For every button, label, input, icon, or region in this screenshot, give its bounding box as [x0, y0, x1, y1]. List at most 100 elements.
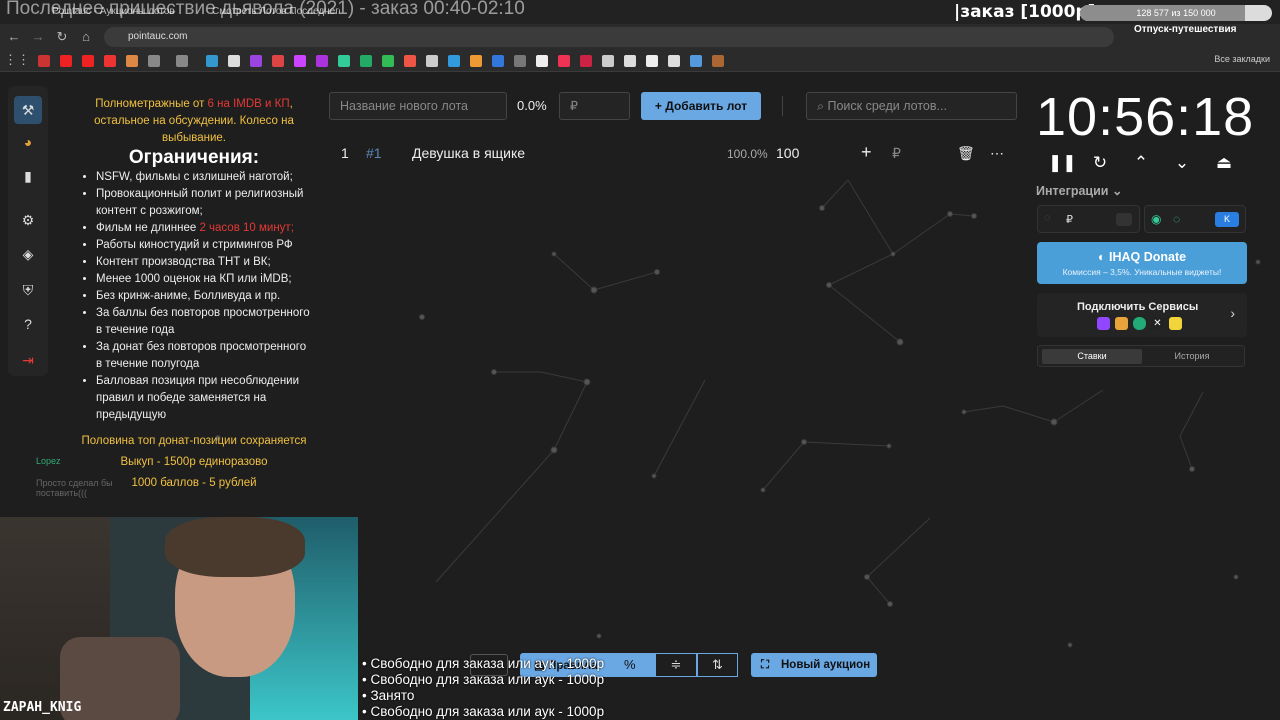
- bookmark-icon[interactable]: [668, 55, 680, 67]
- sort-icon[interactable]: ⇅: [697, 653, 738, 677]
- back-icon[interactable]: ←: [4, 27, 24, 47]
- pie-chart-icon[interactable]: ◕: [18, 132, 38, 152]
- integration-slot[interactable]: ◌ ₽: [1037, 205, 1140, 233]
- hammer-icon[interactable]: ⚒: [14, 96, 42, 124]
- x-icon: ✕: [1151, 317, 1164, 330]
- bookmark-icon[interactable]: [646, 55, 658, 67]
- integration-slot[interactable]: ◉ ◌ K: [1144, 205, 1246, 233]
- tab-history[interactable]: История: [1142, 349, 1242, 364]
- bookmark-icon[interactable]: [492, 55, 504, 67]
- tab-bets[interactable]: Ставки: [1042, 349, 1142, 364]
- more-icon[interactable]: ⋯: [990, 145, 1004, 162]
- bookmark-icon[interactable]: [272, 55, 284, 67]
- lot-amount: 100: [776, 145, 800, 161]
- bar-chart-icon[interactable]: ▮: [18, 166, 38, 186]
- bookmark-icon[interactable]: [690, 55, 702, 67]
- stream-title: Последнее пришествие дьявола (2021) - за…: [6, 0, 525, 19]
- lot-id: #1: [366, 145, 382, 161]
- rule-item: Провокационный полит и религиозный конте…: [96, 186, 310, 220]
- expand-icon: ⛶: [761, 659, 770, 671]
- radio-icon: ◉: [1151, 212, 1162, 226]
- gear-icon[interactable]: ⚙: [18, 210, 38, 230]
- bookmark-icon[interactable]: [712, 55, 724, 67]
- rule-item: Контент производства ТНТ и ВК;: [96, 254, 310, 271]
- amount-input[interactable]: ₽: [559, 92, 630, 120]
- da-icon: [1116, 213, 1132, 226]
- home-icon[interactable]: ⌂: [76, 27, 96, 47]
- new-lot-name-input[interactable]: Название нового лота: [329, 92, 507, 120]
- bookmark-icon[interactable]: [580, 55, 592, 67]
- trash-icon[interactable]: 🗑: [957, 145, 975, 162]
- url-field[interactable]: pointauc.com: [104, 27, 1114, 47]
- sidebar: ⚒ ◕ ▮ ⚙ ◈ ⛨ ? ⇥: [8, 86, 48, 376]
- reload-icon[interactable]: ↻: [52, 27, 72, 47]
- service-icon: [1169, 317, 1182, 330]
- all-bookmarks-link[interactable]: Все закладки: [1214, 54, 1270, 64]
- bookmark-icon[interactable]: [338, 55, 350, 67]
- bookmark-icon[interactable]: [558, 55, 570, 67]
- chat-line: Просто сделал бы: [36, 478, 113, 488]
- pause-icon[interactable]: ❚❚: [1048, 152, 1077, 174]
- bookmark-icon[interactable]: [316, 55, 328, 67]
- apps-icon[interactable]: ⋮⋮: [4, 50, 30, 70]
- help-icon[interactable]: ?: [18, 314, 38, 334]
- bookmark-icon[interactable]: [104, 55, 116, 67]
- currency-icon[interactable]: ₽: [892, 145, 901, 162]
- bookmark-icon[interactable]: [536, 55, 548, 67]
- donate-service-banner[interactable]: ◐ IHAQ Donate Комиссия – 3,5%. Уникальны…: [1037, 242, 1247, 284]
- bookmark-icon[interactable]: [470, 55, 482, 67]
- chevron-down-icon: ⌄: [1111, 184, 1123, 198]
- bookmark-icon[interactable]: [176, 55, 188, 67]
- bookmark-icon[interactable]: [60, 55, 72, 67]
- connect-services-button[interactable]: Подключить Сервисы ✕ ›: [1037, 293, 1247, 337]
- bookmark-icon[interactable]: [382, 55, 394, 67]
- slot-status: • Свободно для заказа или аук - 1000р: [362, 656, 605, 671]
- order-tag: |заказ [1000р]: [954, 2, 1096, 22]
- shield-icon[interactable]: ⛨: [18, 280, 38, 300]
- bookmark-icon[interactable]: [624, 55, 636, 67]
- bookmark-icon[interactable]: [448, 55, 460, 67]
- bookmark-icon[interactable]: [360, 55, 372, 67]
- bookmark-icon[interactable]: [602, 55, 614, 67]
- bookmark-icon[interactable]: [228, 55, 240, 67]
- divider: [782, 96, 783, 116]
- percent-icon[interactable]: %: [624, 657, 636, 672]
- bookmark-icon[interactable]: [426, 55, 438, 67]
- search-icon: ⌕: [817, 99, 828, 113]
- lot-name[interactable]: Девушка в ящике: [412, 145, 525, 161]
- goal-label: Отпуск-путешествия: [1134, 24, 1237, 35]
- new-auction-button[interactable]: ⛶ Новый аукцион: [751, 653, 877, 677]
- rules-footer: Половина топ донат-позиции сохраняется: [81, 435, 307, 447]
- layers-icon[interactable]: ◈: [18, 244, 38, 264]
- bookmark-icon[interactable]: [148, 55, 160, 67]
- bookmark-icon[interactable]: [404, 55, 416, 67]
- forward-icon[interactable]: →: [28, 27, 48, 47]
- rule-item: Менее 1000 оценок на КП или iMDB;: [96, 271, 310, 288]
- chat-line: поставить(((: [36, 488, 88, 498]
- compress-icon[interactable]: ≑: [655, 653, 697, 677]
- bookmark-icon[interactable]: [126, 55, 138, 67]
- bookmarks-bar: ⋮⋮ Все закладки: [0, 50, 1280, 72]
- reset-icon[interactable]: ↻: [1089, 152, 1111, 174]
- chat-overlay: Lopez Просто сделал бы поставить(((: [10, 456, 113, 498]
- collapse-icon[interactable]: ⏏: [1213, 152, 1235, 174]
- connect-title: Подключить Сервисы: [1077, 301, 1199, 313]
- infinity-icon: [1133, 317, 1146, 330]
- streamer-name: ZAPAH_KNIG: [3, 700, 82, 715]
- add-lot-button[interactable]: + Добавить лот: [641, 92, 761, 120]
- bookmark-icon[interactable]: [294, 55, 306, 67]
- chevron-up-icon[interactable]: ⌃: [1130, 152, 1152, 174]
- bookmark-icon[interactable]: [38, 55, 50, 67]
- lot-search-input[interactable]: ⌕ Поиск среди лотов...: [806, 92, 1017, 120]
- donation-goal-bar: 128 577 из 150 000: [1080, 5, 1272, 21]
- refresh-icon: ◌: [1173, 212, 1181, 226]
- bookmark-icon[interactable]: [206, 55, 218, 67]
- integrations-toggle[interactable]: Интеграции ⌄: [1036, 183, 1122, 198]
- slot-status: • Свободно для заказа или аук - 1000р: [362, 672, 605, 687]
- bookmark-icon[interactable]: [82, 55, 94, 67]
- plus-icon[interactable]: +: [861, 142, 872, 163]
- logout-icon[interactable]: ⇥: [18, 350, 38, 370]
- chevron-down-icon[interactable]: ⌄: [1171, 152, 1193, 174]
- bookmark-icon[interactable]: [250, 55, 262, 67]
- bookmark-icon[interactable]: [514, 55, 526, 67]
